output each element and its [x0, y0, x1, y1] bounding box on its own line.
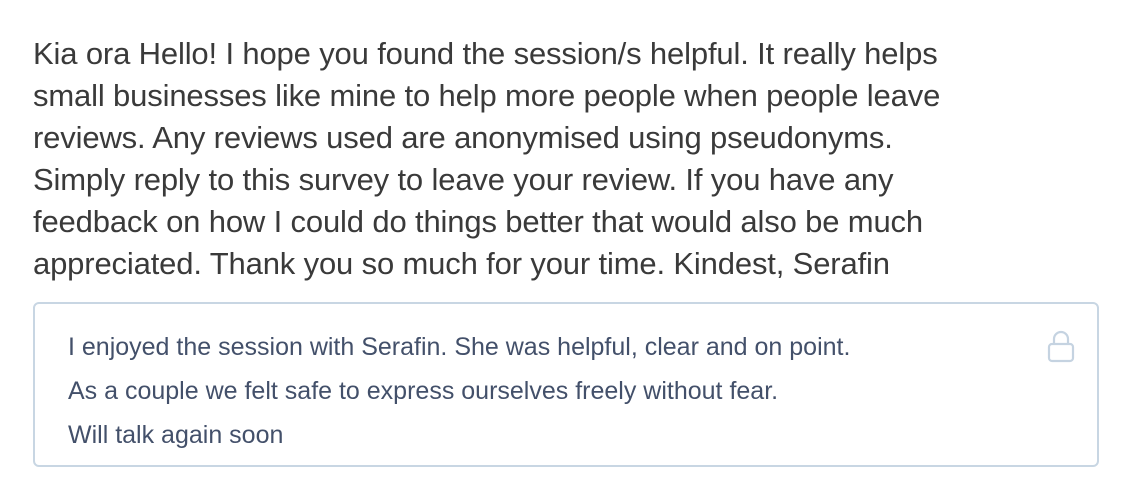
lock-icon: [1047, 329, 1075, 363]
survey-message: Kia ora Hello! I hope you found the sess…: [33, 33, 1113, 285]
message-line: small businesses like mine to help more …: [33, 78, 941, 113]
message-line: feedback on how I could do things better…: [33, 204, 923, 239]
message-line: Simply reply to this survey to leave you…: [33, 162, 894, 197]
message-line: appreciated. Thank you so much for your …: [33, 246, 890, 281]
message-line: Kia ora Hello! I hope you found the sess…: [33, 36, 938, 71]
response-text: I enjoyed the session with Serafin. She …: [68, 325, 850, 457]
response-textarea[interactable]: I enjoyed the session with Serafin. She …: [33, 302, 1099, 467]
response-line: As a couple we felt safe to express ours…: [68, 377, 779, 405]
response-line: Will talk again soon: [68, 421, 284, 449]
message-line: reviews. Any reviews used are anonymised…: [33, 120, 893, 155]
response-line: I enjoyed the session with Serafin. She …: [68, 333, 851, 361]
